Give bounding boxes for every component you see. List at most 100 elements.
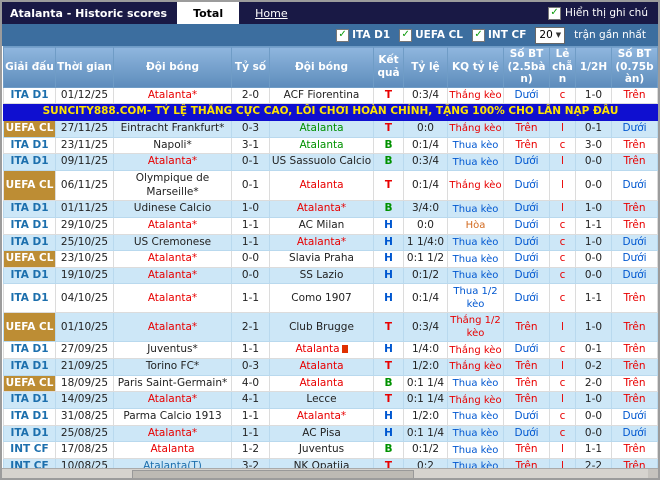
league-cell: UEFA CL bbox=[3, 169, 56, 202]
home-team-cell[interactable]: Atalanta bbox=[113, 441, 232, 459]
odd-even-cell: c bbox=[549, 233, 576, 252]
handicap-odds-cell: 0:1 1/4 bbox=[403, 391, 448, 410]
home-team-cell[interactable]: Torino FC* bbox=[113, 358, 232, 376]
home-team-cell[interactable]: Atalanta* bbox=[113, 153, 232, 171]
checkbox-checked-icon[interactable]: ✓ bbox=[336, 28, 350, 42]
match-row: ITA D1 01/12/25 Atalanta* 2-0 ACF Fiorentina… bbox=[3, 86, 658, 105]
show-notes-checkbox[interactable]: ✓ Hiển thị ghi chú bbox=[548, 2, 658, 24]
home-team-cell[interactable]: Atalanta* bbox=[113, 283, 232, 314]
odd-even-cell: l bbox=[549, 358, 576, 376]
over-under-0-75-cell: Trên bbox=[611, 391, 658, 410]
ad-banner[interactable]: SUNCITY888.COM- TỶ LỆ THẮNG CỰC CAO, LỐI… bbox=[3, 103, 658, 122]
column-header-7: KQ tỷ lệ bbox=[447, 46, 504, 88]
home-team-cell[interactable]: Napoli* bbox=[113, 136, 232, 155]
result-cell: T bbox=[373, 312, 404, 343]
home-team-cell[interactable]: US Cremonese bbox=[113, 233, 232, 252]
over-under-0-75-cell: Trên bbox=[611, 358, 658, 376]
date-cell: 29/10/25 bbox=[55, 216, 114, 235]
match-row: ITA D1 29/10/25 Atalanta* 1-1 AC Milan H 0:0 Hò… bbox=[3, 216, 658, 235]
league-cell: INT CF bbox=[3, 441, 56, 459]
handicap-odds-cell: 1/4:0 bbox=[403, 341, 448, 360]
column-header-1: Thời gian bbox=[55, 46, 114, 88]
date-cell: 27/11/25 bbox=[55, 120, 114, 138]
away-team-cell[interactable]: Lecce bbox=[269, 391, 374, 410]
home-team-cell[interactable]: Atalanta* bbox=[113, 391, 232, 410]
halftime-score-cell: 1-0 bbox=[575, 312, 612, 343]
scrollbar-thumb[interactable] bbox=[132, 470, 414, 478]
home-team-cell[interactable]: Atalanta* bbox=[113, 250, 232, 268]
home-team-cell[interactable]: Juventus* bbox=[113, 341, 232, 360]
odds-result-cell: Thua kèo bbox=[447, 200, 504, 218]
odds-result-cell: Thắng kèo bbox=[447, 86, 504, 105]
away-team-cell[interactable]: AC Pisa bbox=[269, 424, 374, 443]
checkbox-checked-icon[interactable]: ✓ bbox=[399, 28, 413, 42]
halftime-score-cell: 0-2 bbox=[575, 358, 612, 376]
halftime-score-cell: 1-0 bbox=[575, 86, 612, 105]
result-cell: T bbox=[373, 120, 404, 138]
odds-result-cell: Thua 1/2 kèo bbox=[447, 283, 504, 314]
away-team-cell[interactable]: Atalanta* bbox=[269, 200, 374, 218]
away-team-cell[interactable]: Atalanta* bbox=[269, 233, 374, 252]
halftime-score-cell: 0-0 bbox=[575, 424, 612, 443]
result-cell: B bbox=[373, 374, 404, 393]
away-team-cell[interactable]: Atalanta* bbox=[269, 408, 374, 426]
odds-result-cell: Thắng kèo bbox=[447, 169, 504, 202]
filter-checkbox-uefa-cl[interactable]: ✓ UEFA CL bbox=[399, 28, 463, 42]
away-team-cell[interactable]: Atalanta bbox=[269, 341, 374, 360]
odd-even-cell: c bbox=[549, 216, 576, 235]
tab-total[interactable]: Total bbox=[177, 2, 240, 24]
handicap-odds-cell: 3/4:0 bbox=[403, 200, 448, 218]
filter-checkbox-int-cf[interactable]: ✓ INT CF bbox=[472, 28, 526, 42]
over-under-0-75-cell: Trên bbox=[611, 200, 658, 218]
score-cell: 2-0 bbox=[231, 86, 270, 105]
home-team-cell[interactable]: Olympique de Marseille* bbox=[113, 169, 232, 202]
away-team-cell[interactable]: Club Brugge bbox=[269, 312, 374, 343]
home-team-cell[interactable]: Atalanta* bbox=[113, 86, 232, 105]
league-cell: ITA D1 bbox=[3, 358, 56, 376]
away-team-cell[interactable]: Atalanta bbox=[269, 120, 374, 138]
away-team-cell[interactable]: Atalanta bbox=[269, 374, 374, 393]
filter-checkbox-ita-d1[interactable]: ✓ ITA D1 bbox=[336, 28, 390, 42]
away-team-cell[interactable]: Atalanta bbox=[269, 136, 374, 155]
odds-result-cell: Thua kèo bbox=[447, 266, 504, 285]
handicap-odds-cell: 0:1 1/4 bbox=[403, 424, 448, 443]
home-team-cell[interactable]: Atalanta* bbox=[113, 216, 232, 235]
over-under-2-5-cell: Dưới bbox=[503, 153, 550, 171]
away-team-cell[interactable]: Atalanta bbox=[269, 169, 374, 202]
home-team-cell[interactable]: Atalanta* bbox=[113, 312, 232, 343]
away-team-cell[interactable]: ACF Fiorentina bbox=[269, 86, 374, 105]
away-team-cell[interactable]: Como 1907 bbox=[269, 283, 374, 314]
result-cell: H bbox=[373, 283, 404, 314]
home-team-cell[interactable]: Atalanta* bbox=[113, 424, 232, 443]
result-cell: B bbox=[373, 200, 404, 218]
home-team-cell[interactable]: Atalanta* bbox=[113, 266, 232, 285]
date-cell: 25/10/25 bbox=[55, 233, 114, 252]
match-count-select[interactable]: 20 ▼ bbox=[535, 26, 566, 44]
odd-even-cell: c bbox=[549, 250, 576, 268]
league-cell: ITA D1 bbox=[3, 153, 56, 171]
checkbox-checked-icon[interactable]: ✓ bbox=[472, 28, 486, 42]
over-under-2-5-cell: Dưới bbox=[503, 233, 550, 252]
away-team-cell[interactable]: AC Milan bbox=[269, 216, 374, 235]
away-team-cell[interactable]: SS Lazio bbox=[269, 266, 374, 285]
halftime-score-cell: 1-1 bbox=[575, 216, 612, 235]
result-cell: B bbox=[373, 136, 404, 155]
home-team-cell[interactable]: Udinese Calcio bbox=[113, 200, 232, 218]
tab-home[interactable]: Home bbox=[239, 2, 303, 24]
match-row: ITA D1 25/10/25 US Cremonese 1-1 Atalanta* H 1… bbox=[3, 233, 658, 252]
away-team-cell[interactable]: Slavia Praha bbox=[269, 250, 374, 268]
away-team-cell[interactable]: Atalanta bbox=[269, 358, 374, 376]
away-team-cell[interactable]: US Sassuolo Calcio bbox=[269, 153, 374, 171]
checkbox-checked-icon[interactable]: ✓ bbox=[548, 6, 562, 20]
horizontal-scrollbar[interactable] bbox=[2, 468, 658, 478]
date-cell: 18/09/25 bbox=[55, 374, 114, 393]
away-team-cell[interactable]: Juventus bbox=[269, 441, 374, 459]
title-bar: Atalanta - Historic scores Total Home ✓ H… bbox=[2, 2, 658, 24]
home-team-cell[interactable]: Parma Calcio 1913 bbox=[113, 408, 232, 426]
halftime-score-cell: 0-0 bbox=[575, 266, 612, 285]
score-cell: 2-1 bbox=[231, 312, 270, 343]
home-team-cell[interactable]: Paris Saint-Germain* bbox=[113, 374, 232, 393]
halftime-score-cell: 1-0 bbox=[575, 391, 612, 410]
odd-even-cell: l bbox=[549, 312, 576, 343]
home-team-cell[interactable]: Eintracht Frankfurt* bbox=[113, 120, 232, 138]
